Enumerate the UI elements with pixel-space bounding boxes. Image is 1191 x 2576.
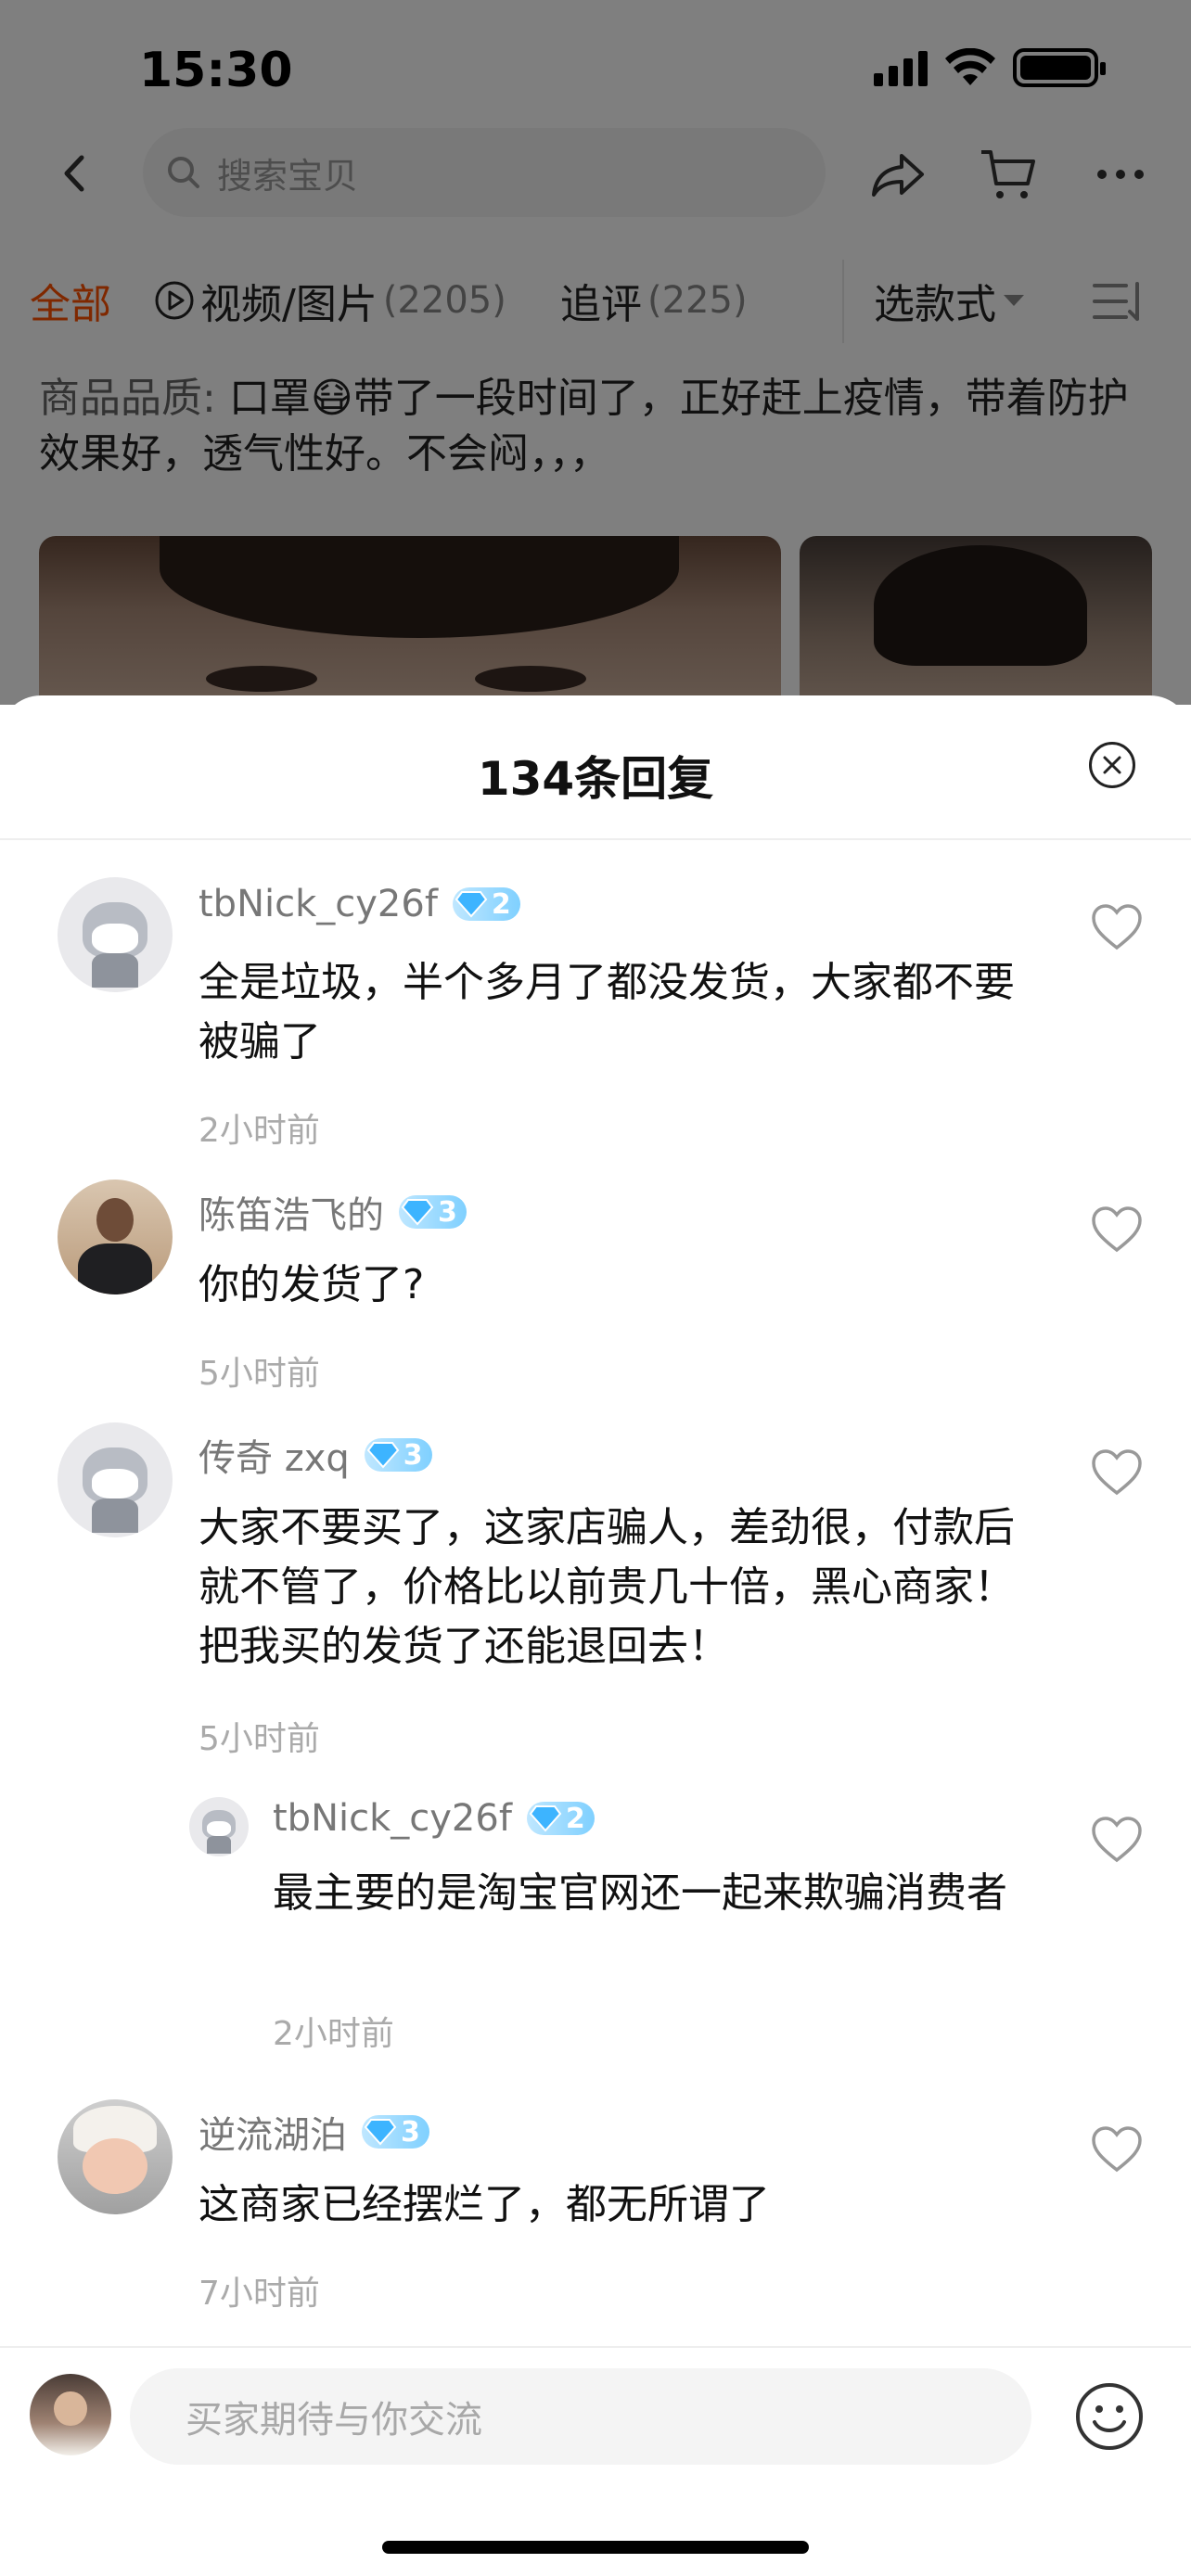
username[interactable]: tbNick_cy26f <box>273 1797 512 1840</box>
heart-icon[interactable] <box>1091 1816 1143 1864</box>
diamond-icon <box>401 1199 434 1226</box>
level-badge: 3 <box>364 1438 432 1472</box>
username[interactable]: 逆流湖泊 <box>198 2105 347 2159</box>
comment-item: 陈笛浩飞的 3 你的发货了? 5小时前 <box>0 1180 1191 1393</box>
sheet-title: 134条回复 <box>477 752 714 806</box>
comment-time: 2小时前 <box>198 1112 320 1150</box>
comment-text: 这商家已经摆烂了，都无所谓了 <box>198 2181 770 2228</box>
replies-sheet: 134条回复 tbNick_cy26f 2 全是垃圾，半个多月了都没发货，大家都… <box>0 695 1191 2576</box>
level-badge: 2 <box>452 887 520 921</box>
comment-time: 7小时前 <box>198 2275 320 2313</box>
avatar[interactable] <box>58 1422 173 1537</box>
heart-icon[interactable] <box>1091 903 1143 951</box>
close-button[interactable] <box>1089 742 1135 788</box>
comment-text: 全是垃圾，半个多月了都没发货，大家都不要被骗了 <box>198 959 1015 1065</box>
diamond-icon <box>366 1442 400 1469</box>
comment-time: 2小时前 <box>273 2015 394 2053</box>
username[interactable]: 传奇 zxq <box>198 1428 350 1482</box>
comment-text: 大家不要买了，这家店骗人，差劲很，付款后就不管了，价格比以前贵几十倍，黑心商家！… <box>198 1504 1015 1670</box>
comment-text: 最主要的是淘宝官网还一起来欺骗消费者 <box>273 1869 1007 1917</box>
my-avatar[interactable] <box>30 2374 111 2455</box>
username[interactable]: 陈笛浩飞的 <box>198 1185 384 1239</box>
comment-input-placeholder: 买家期待与你交流 <box>186 2399 482 2442</box>
avatar[interactable] <box>58 2099 173 2214</box>
comment-user: tbNick_cy26f 2 <box>198 883 520 925</box>
comment-item: 传奇 zxq 3 大家不要买了，这家店骗人，差劲很，付款后就不管了，价格比以前贵… <box>0 1422 1191 1758</box>
comment-user: 陈笛浩飞的 3 <box>198 1185 467 1239</box>
sheet-header: 134条回复 <box>0 695 1191 840</box>
diamond-icon <box>455 891 488 918</box>
comment-time: 5小时前 <box>198 1355 320 1393</box>
username[interactable]: tbNick_cy26f <box>198 883 438 925</box>
reply-item: tbNick_cy26f 2 最主要的是淘宝官网还一起来欺骗消费者 2小时前 <box>0 1797 1191 2053</box>
level-badge: 2 <box>526 1802 595 1835</box>
diamond-icon <box>364 2119 397 2146</box>
heart-icon[interactable] <box>1091 1448 1143 1497</box>
comment-item: 逆流湖泊 3 这商家已经摆烂了，都无所谓了 7小时前 <box>0 2099 1191 2313</box>
comment-user: tbNick_cy26f 2 <box>273 1797 595 1840</box>
diamond-icon <box>529 1805 562 1832</box>
comment-input[interactable]: 买家期待与你交流 <box>130 2368 1031 2465</box>
comment-item: tbNick_cy26f 2 全是垃圾，半个多月了都没发货，大家都不要被骗了 2… <box>0 877 1191 1150</box>
close-icon <box>1103 756 1121 774</box>
comment-time: 5小时前 <box>198 1720 320 1758</box>
modal-overlay[interactable] <box>0 0 1191 705</box>
home-indicator <box>382 2541 809 2554</box>
avatar[interactable] <box>58 877 173 992</box>
avatar[interactable] <box>189 1797 249 1856</box>
avatar[interactable] <box>58 1180 173 1294</box>
heart-icon[interactable] <box>1091 2125 1143 2174</box>
level-badge: 3 <box>362 2115 429 2149</box>
comment-user: 逆流湖泊 3 <box>198 2105 429 2159</box>
comment-text: 你的发货了? <box>198 1261 425 1308</box>
level-badge: 3 <box>399 1195 467 1229</box>
emoji-icon[interactable] <box>1074 2381 1145 2452</box>
heart-icon[interactable] <box>1091 1205 1143 1254</box>
comment-user: 传奇 zxq 3 <box>198 1428 432 1482</box>
